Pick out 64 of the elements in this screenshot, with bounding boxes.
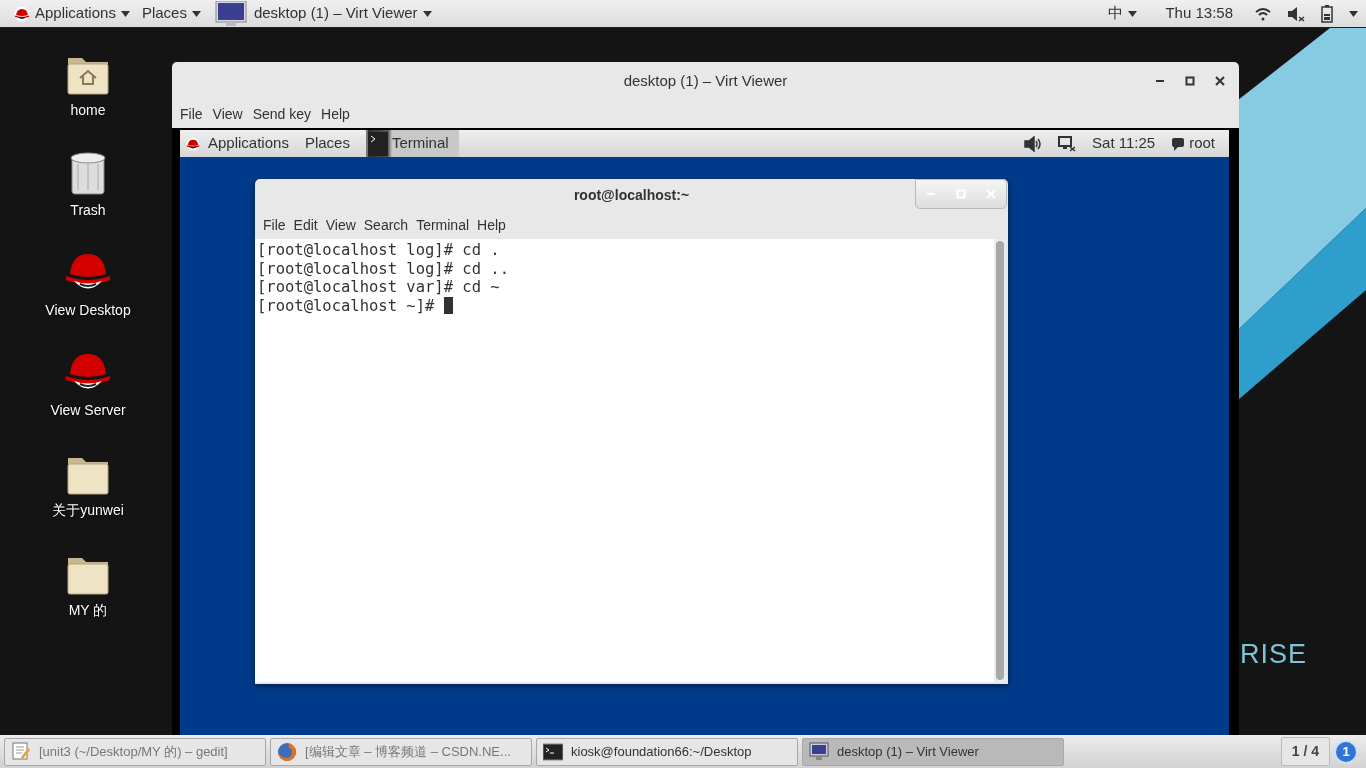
maximize-icon — [956, 189, 966, 199]
taskbar-button[interactable]: Terminal — [365, 130, 459, 157]
desktop-icon-label[interactable]: Trash — [70, 200, 106, 221]
notification-badge[interactable]: 1 — [1334, 739, 1358, 764]
caret-icon — [1128, 10, 1138, 17]
desktop-icon-label[interactable]: MY 的 — [68, 600, 108, 621]
menu-item[interactable]: Search — [359, 214, 413, 236]
terminal-line: [root@localhost log]# cd . — [257, 241, 500, 259]
menu-item[interactable]: Terminal — [412, 214, 474, 236]
menu-item[interactable]: Send key — [248, 103, 316, 125]
desktop-icon-label[interactable]: 关于yunwei — [52, 500, 124, 521]
terminal-line: [root@localhost log]# cd .. — [257, 259, 509, 278]
menu-item[interactable]: Help — [317, 103, 354, 125]
window-list-menu[interactable]: desktop (1) – Virt Viewer — [206, 0, 438, 27]
chat-bubble-icon — [1171, 136, 1186, 151]
menu-item[interactable]: Help — [473, 214, 510, 236]
taskbar-button[interactable]: [unit3 (~/Desktop/MY 的) – gedit] — [4, 737, 266, 766]
panel-menu[interactable]: Applications — [8, 2, 136, 25]
menu-item[interactable]: Edit — [289, 214, 322, 236]
hat-logo-icon — [14, 5, 30, 22]
menu-item[interactable]: View — [321, 214, 360, 236]
speaker-icon[interactable] — [1024, 135, 1043, 152]
scrollbar-thumb[interactable] — [996, 241, 1004, 680]
wallpaper-text: RISE — [1240, 638, 1308, 671]
monitor-icon — [809, 741, 829, 762]
close-icon — [1215, 76, 1225, 86]
menu-item[interactable]: View — [208, 103, 247, 125]
monitor-icon — [212, 0, 249, 27]
workspace-switcher[interactable]: 1 / 4 — [1280, 737, 1330, 766]
taskbar-button[interactable]: [编辑文章 – 博客频道 – CSDN.NE... — [270, 737, 532, 766]
maximize-icon — [1185, 76, 1195, 86]
panel-menu[interactable]: Places — [135, 2, 207, 25]
taskbar-button[interactable]: kiosk@foundation66:~/Desktop — [536, 737, 798, 766]
terminal-line: [root@localhost var]# cd ~ — [257, 278, 500, 296]
minimize-icon — [1156, 80, 1164, 82]
network-icon[interactable] — [1058, 135, 1077, 152]
desktop-icon-label[interactable]: View Server — [50, 400, 126, 421]
close-icon — [986, 189, 996, 199]
taskbar-button[interactable]: desktop (1) – Virt Viewer — [802, 737, 1064, 766]
battery-icon[interactable] — [1321, 4, 1333, 23]
menu-item[interactable]: File — [176, 103, 207, 125]
caret-icon[interactable] — [1349, 10, 1358, 17]
input-method-menu[interactable]: 中 — [1102, 2, 1144, 25]
window-title: root@localhost:~ — [573, 185, 690, 205]
caret-icon — [422, 10, 432, 17]
desktop-icon-label[interactable]: View Desktop — [45, 300, 131, 321]
caret-icon — [191, 10, 201, 17]
caret-icon — [120, 10, 130, 17]
terminal-line: [root@localhost ~]# — [257, 296, 436, 315]
window-title: desktop (1) – Virt Viewer — [623, 70, 788, 91]
terminal-icon — [367, 131, 388, 156]
terminal-icon — [543, 741, 563, 762]
speaker-muted-icon[interactable] — [1287, 5, 1305, 22]
text-editor-icon — [11, 741, 31, 762]
panel-menu[interactable]: Places — [304, 132, 350, 155]
desktop-icon-label[interactable]: home — [70, 100, 106, 121]
hat-logo-icon — [186, 136, 200, 151]
wifi-icon[interactable] — [1255, 6, 1271, 21]
menu-item[interactable]: File — [259, 214, 290, 236]
panel-menu[interactable]: Applications — [186, 132, 289, 155]
browser-icon — [277, 741, 297, 762]
clock[interactable]: Thu 13:58 — [1159, 2, 1239, 25]
user-menu[interactable]: root — [1171, 132, 1215, 155]
clock[interactable]: Sat 11:25 — [1092, 132, 1156, 155]
